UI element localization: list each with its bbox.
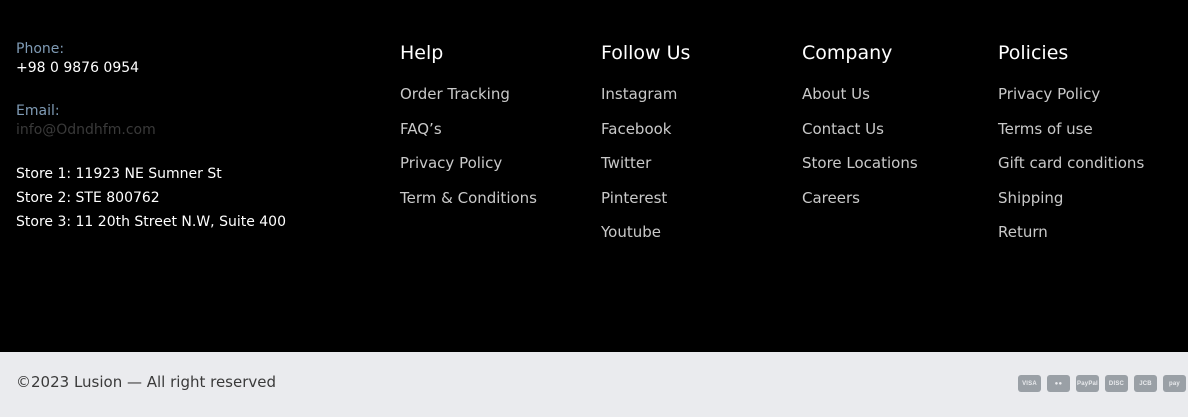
- follow-link-pinterest[interactable]: Pinterest: [601, 188, 690, 208]
- jcb-icon: JCB: [1134, 375, 1157, 392]
- company-link-careers[interactable]: Careers: [802, 188, 918, 208]
- follow-link-twitter[interactable]: Twitter: [601, 153, 690, 173]
- policies-link-privacy-policy[interactable]: Privacy Policy: [998, 84, 1144, 104]
- follow-column: Follow Us Instagram Facebook Twitter Pin…: [601, 40, 690, 257]
- company-link-contact-us[interactable]: Contact Us: [802, 119, 918, 139]
- help-column: Help Order Tracking FAQ’s Privacy Policy…: [400, 40, 537, 222]
- help-link-order-tracking[interactable]: Order Tracking: [400, 84, 537, 104]
- phone-label: Phone:: [16, 41, 65, 57]
- policies-heading: Policies: [998, 42, 1069, 64]
- help-link-faqs[interactable]: FAQ’s: [400, 119, 537, 139]
- email-label: Email:: [16, 103, 60, 119]
- follow-link-instagram[interactable]: Instagram: [601, 84, 690, 104]
- store-address-3: Store 3: 11 20th Street N.W, Suite 400: [16, 214, 286, 230]
- payment-methods: VISA ●● PayPal DISC JCB pay: [1018, 375, 1186, 392]
- policies-link-terms-of-use[interactable]: Terms of use: [998, 119, 1144, 139]
- mastercard-icon: ●●: [1047, 375, 1070, 392]
- visa-icon: VISA: [1018, 375, 1041, 392]
- help-link-terms-conditions[interactable]: Term & Conditions: [400, 188, 537, 208]
- follow-link-youtube[interactable]: Youtube: [601, 222, 690, 242]
- store-address-2: Store 2: STE 800762: [16, 190, 160, 206]
- company-link-about-us[interactable]: About Us: [802, 84, 918, 104]
- company-link-store-locations[interactable]: Store Locations: [802, 153, 918, 173]
- policies-link-return[interactable]: Return: [998, 222, 1144, 242]
- company-column: Company About Us Contact Us Store Locati…: [802, 40, 918, 222]
- store-address-1: Store 1: 11923 NE Sumner St: [16, 166, 222, 182]
- contact-info: Phone: +98 0 9876 0954 Email: info@Odndh…: [16, 40, 286, 234]
- pay-icon: pay: [1163, 375, 1186, 392]
- help-link-privacy-policy[interactable]: Privacy Policy: [400, 153, 537, 173]
- help-heading: Help: [400, 42, 444, 64]
- footer-main: Phone: +98 0 9876 0954 Email: info@Odndh…: [0, 0, 1188, 352]
- paypal-icon: PayPal: [1076, 375, 1099, 392]
- company-heading: Company: [802, 42, 893, 64]
- phone-value[interactable]: +98 0 9876 0954: [16, 58, 286, 78]
- bottom-bar: ©2023 Lusion — All right reserved VISA ●…: [0, 352, 1188, 417]
- copyright-text: ©2023 Lusion — All right reserved: [16, 373, 277, 391]
- policies-column: Policies Privacy Policy Terms of use Gif…: [998, 40, 1144, 257]
- policies-link-shipping[interactable]: Shipping: [998, 188, 1144, 208]
- discover-icon: DISC: [1105, 375, 1128, 392]
- follow-link-facebook[interactable]: Facebook: [601, 119, 690, 139]
- email-value[interactable]: info@Odndhfm.com: [16, 120, 286, 140]
- follow-heading: Follow Us: [601, 42, 691, 64]
- policies-link-gift-card-conditions[interactable]: Gift card conditions: [998, 153, 1144, 173]
